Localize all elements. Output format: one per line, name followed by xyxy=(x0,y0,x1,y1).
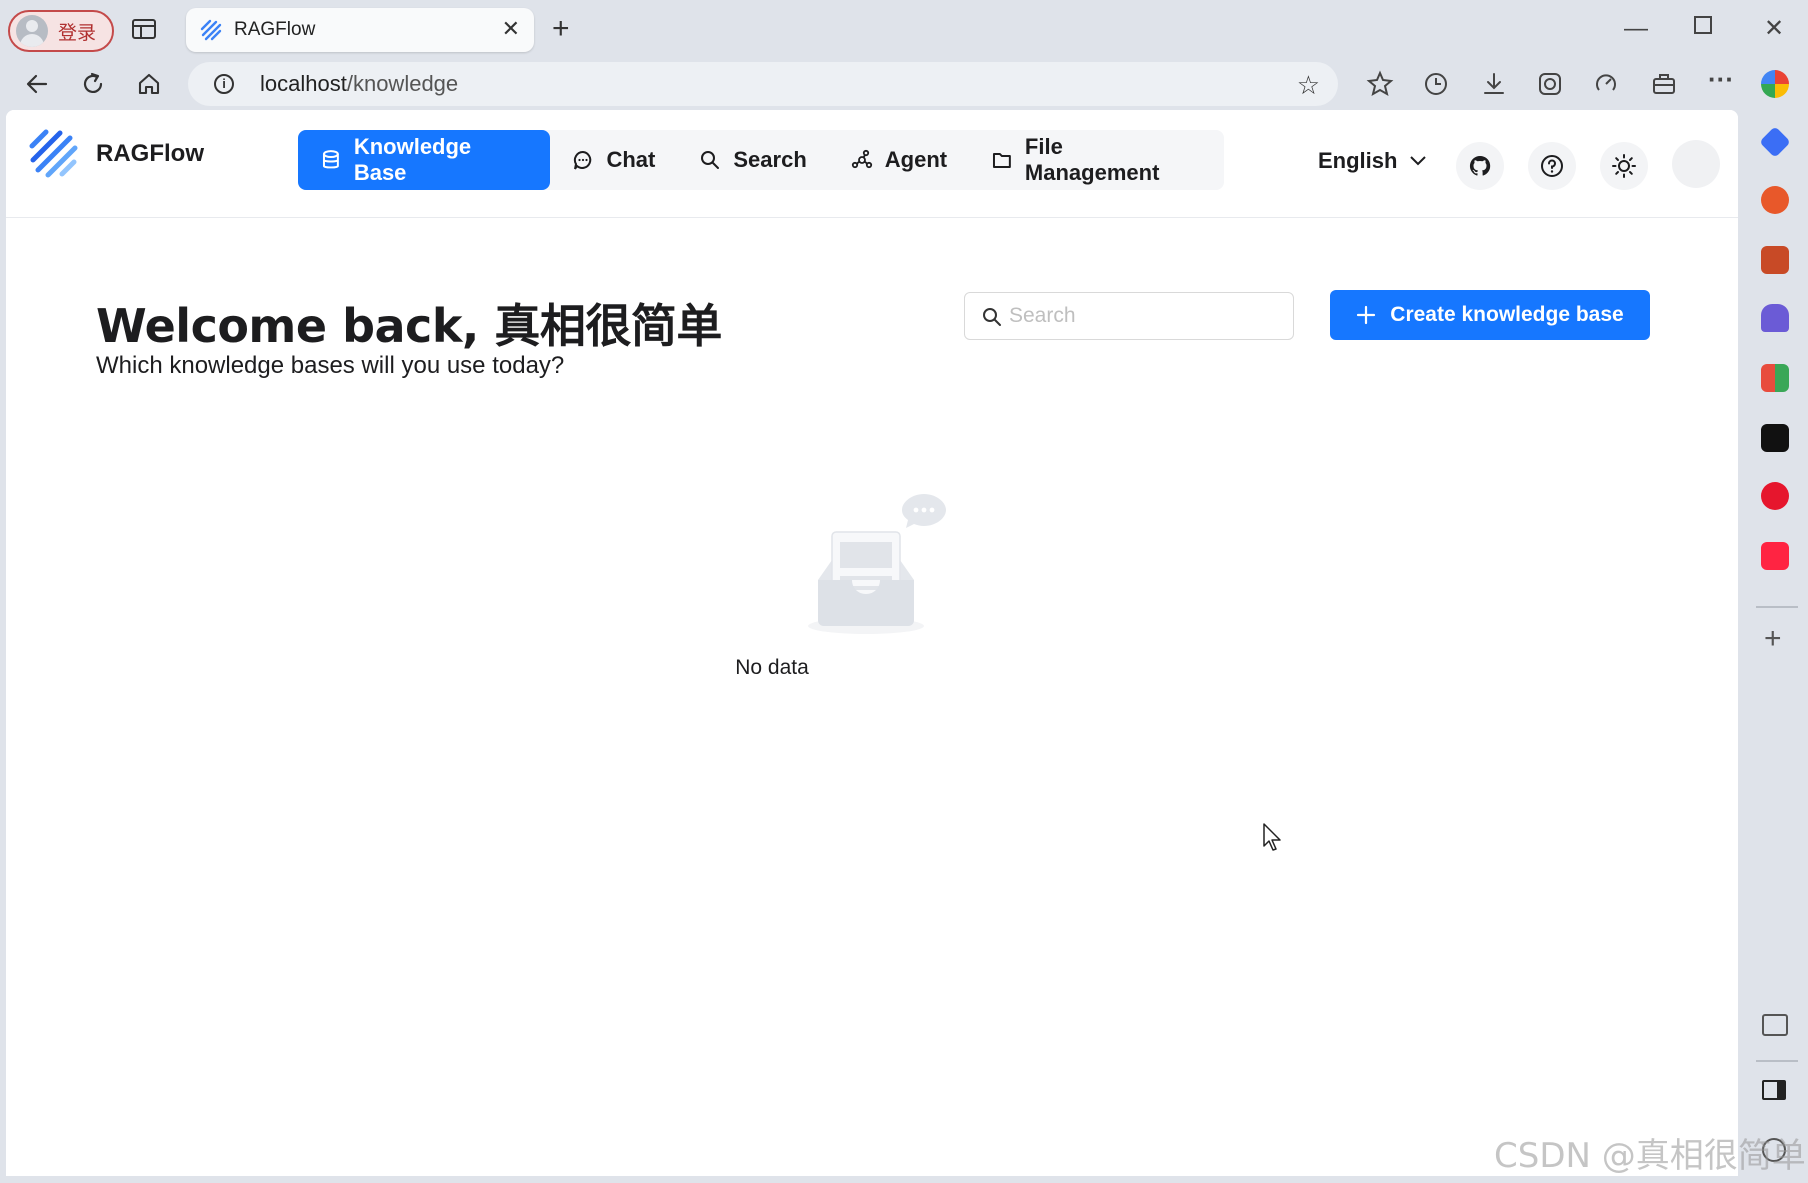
nav-file-management-label: File Management xyxy=(1024,134,1160,185)
tab-actions-icon[interactable] xyxy=(132,19,156,39)
empty-state-label: No data xyxy=(735,656,809,679)
sidebar-divider xyxy=(1756,606,1798,608)
empty-state-text: No data xyxy=(6,656,1738,680)
toolbox-icon[interactable] xyxy=(1650,70,1678,98)
plus-icon xyxy=(1357,305,1376,325)
nav-search[interactable]: Search xyxy=(677,130,828,190)
knowledge-search-box xyxy=(964,292,1294,340)
github-icon xyxy=(1469,155,1491,176)
window-close-icon[interactable]: ✕ xyxy=(1764,12,1784,46)
tools-app-icon[interactable] xyxy=(1761,246,1789,274)
favorites-icon[interactable] xyxy=(1366,70,1394,98)
nav-file-management[interactable]: File Management xyxy=(969,130,1224,190)
download-icon[interactable] xyxy=(1480,70,1508,98)
page-viewport: RAGFlow Knowledge Base Chat Search Agent… xyxy=(6,110,1738,1176)
powerpoint-app-icon[interactable] xyxy=(1761,186,1789,214)
brand-name[interactable]: RAGFlow xyxy=(96,140,204,168)
profile-label: 登录 xyxy=(58,21,97,44)
ragflow-favicon-icon xyxy=(200,19,222,41)
browser-tab-active[interactable]: RAGFlow ✕ xyxy=(186,8,534,52)
favorite-star-icon[interactable]: ☆ xyxy=(1297,70,1320,101)
sun-icon xyxy=(1612,154,1636,178)
help-circle-icon xyxy=(1541,155,1563,177)
main-nav: Knowledge Base Chat Search Agent File Ma… xyxy=(298,130,1224,190)
xiaohongshu-app-icon[interactable] xyxy=(1761,542,1789,570)
chat-bubble-icon xyxy=(574,150,592,170)
nav-knowledge-base[interactable]: Knowledge Base xyxy=(298,130,551,190)
split-screen-icon[interactable] xyxy=(1762,1014,1788,1036)
url-field[interactable]: i localhost/knowledge ☆ xyxy=(188,62,1338,106)
url-path: /knowledge xyxy=(346,71,459,96)
create-knowledge-base-label: Create knowledge base xyxy=(1390,303,1624,326)
ragflow-logo-icon[interactable] xyxy=(28,128,80,180)
folder-icon xyxy=(993,153,1011,168)
nav-chat[interactable]: Chat xyxy=(550,130,677,190)
url-host: localhost xyxy=(260,71,347,96)
sidebar-divider-bottom xyxy=(1756,1060,1798,1062)
page-subtitle: Which knowledge bases will you use today… xyxy=(96,352,565,379)
search-icon xyxy=(983,308,1001,326)
theme-toggle-button[interactable] xyxy=(1600,142,1648,190)
nav-knowledge-base-label: Knowledge Base xyxy=(353,134,472,185)
browser-tab-bar: 登录 RAGFlow ✕ + — ✕ xyxy=(0,0,1808,58)
maximize-icon[interactable] xyxy=(1694,16,1712,34)
app-header: RAGFlow Knowledge Base Chat Search Agent… xyxy=(6,110,1738,218)
profile-button[interactable]: 登录 xyxy=(8,10,114,52)
url-text[interactable]: localhost/knowledge xyxy=(260,71,458,97)
history-icon[interactable] xyxy=(1422,70,1450,98)
search-icon xyxy=(701,151,720,169)
tab-title: RAGFlow xyxy=(234,19,316,40)
browser-sidebar: + xyxy=(1738,58,1808,1183)
create-knowledge-base-button[interactable]: Create knowledge base xyxy=(1330,290,1650,340)
language-select[interactable]: English xyxy=(1318,148,1427,174)
new-tab-icon[interactable]: + xyxy=(552,12,570,46)
nav-chat-label: Chat xyxy=(606,147,656,172)
minimize-icon[interactable]: — xyxy=(1624,12,1648,46)
office-app-icon[interactable] xyxy=(1761,364,1789,392)
page-title: Welcome back, 真相很简单 xyxy=(96,299,722,353)
agent-graph-icon xyxy=(851,149,872,169)
weibo-app-icon[interactable] xyxy=(1761,482,1789,510)
add-app-icon[interactable]: + xyxy=(1764,624,1782,654)
nav-agent-label: Agent xyxy=(884,147,948,172)
refresh-icon[interactable] xyxy=(78,69,108,99)
nav-search-label: Search xyxy=(733,147,807,172)
screenshot-icon[interactable] xyxy=(1536,70,1564,98)
tab-close-icon[interactable]: ✕ xyxy=(502,16,520,42)
help-button[interactable] xyxy=(1528,142,1576,190)
empty-inbox-icon xyxy=(808,494,946,634)
google-app-icon[interactable] xyxy=(1761,70,1789,98)
mouse-cursor-icon xyxy=(1263,823,1281,851)
language-label: English xyxy=(1318,148,1398,173)
copilot-app-icon[interactable] xyxy=(1759,126,1791,158)
back-arrow-icon[interactable] xyxy=(22,69,52,99)
performance-icon[interactable] xyxy=(1592,70,1620,98)
site-info-icon[interactable]: i xyxy=(214,74,234,94)
watermark: CSDN @真相很简单 xyxy=(1494,1136,1806,1176)
profile-avatar-icon xyxy=(16,15,48,47)
chevron-down-icon xyxy=(1410,156,1427,166)
github-button[interactable] xyxy=(1456,142,1504,190)
browser-address-bar: i localhost/knowledge ☆ ··· xyxy=(0,58,1808,110)
more-options-icon[interactable]: ··· xyxy=(1708,66,1736,98)
home-icon[interactable] xyxy=(134,69,164,99)
hide-sidebar-icon[interactable] xyxy=(1762,1080,1786,1100)
user-avatar[interactable] xyxy=(1672,140,1720,188)
games-app-icon[interactable] xyxy=(1761,304,1789,332)
nav-agent[interactable]: Agent xyxy=(829,130,969,190)
knowledge-search-input[interactable] xyxy=(1009,299,1279,333)
tiktok-app-icon[interactable] xyxy=(1761,424,1789,452)
database-icon xyxy=(322,150,339,169)
